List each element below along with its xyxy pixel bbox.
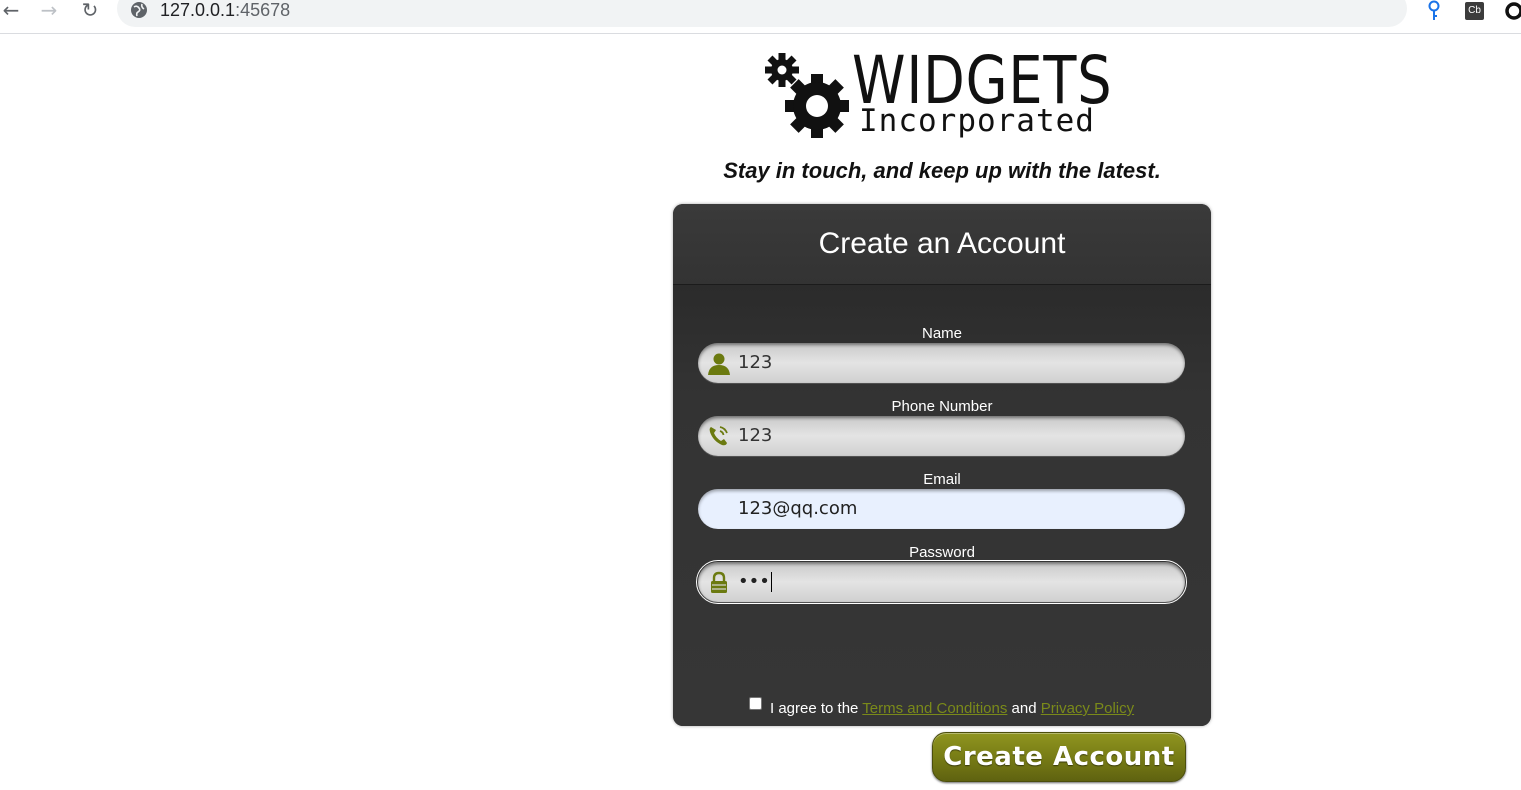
privacy-link[interactable]: Privacy Policy (1041, 700, 1134, 717)
site-info-icon[interactable] (130, 1, 148, 19)
card-title: Create an Account (818, 227, 1066, 260)
back-icon[interactable]: ← (0, 0, 22, 22)
phone-label: Phone Number (891, 398, 993, 415)
phone-input[interactable]: 123 (698, 416, 1185, 456)
gears-icon (765, 53, 849, 138)
lock-icon (711, 571, 727, 593)
email-label: Email (923, 471, 961, 488)
key-icon[interactable] (1424, 0, 1444, 22)
text-caret (770, 572, 772, 592)
create-account-button[interactable]: Create Account (932, 732, 1186, 782)
password-dots: ••• (738, 571, 770, 592)
address-bar[interactable]: 127.0.0.1:45678 (117, 0, 1407, 27)
password-input[interactable]: ••• (696, 560, 1187, 604)
name-label: Name (921, 325, 962, 342)
phone-icon (709, 426, 728, 446)
email-input[interactable]: 123@qq.com (698, 489, 1185, 529)
tagline: Stay in touch, and keep up with the late… (723, 158, 1161, 183)
forward-icon[interactable]: → (38, 0, 60, 22)
card-header: Create an Account (673, 204, 1211, 285)
agree-and: and (1007, 700, 1041, 717)
password-label: Password (909, 544, 975, 561)
password-value: ••• (738, 571, 772, 593)
url-host: 127.0.0.1 (160, 0, 236, 20)
card-body: Name 123 Phone Number 123 Email 123@qq.c… (673, 285, 1211, 782)
name-value: 123 (738, 352, 773, 373)
phone-value: 123 (738, 425, 773, 446)
name-input[interactable]: 123 (698, 343, 1185, 383)
create-account-card: Create an Account Name 123 Phone Number … (673, 204, 1211, 782)
agree-checkbox[interactable] (749, 697, 762, 710)
agree-row: I agree to the Terms and Conditions and … (749, 696, 1169, 717)
email-value: 123@qq.com (738, 498, 858, 519)
browser-toolbar: ← → ↻ 127.0.0.1:45678 Cb (0, 0, 1521, 34)
widgets-logo: WIDGETS Incorporated (762, 48, 1122, 140)
agree-prefix: I agree to the (770, 700, 863, 717)
url-port: :45678 (235, 0, 291, 20)
reload-icon[interactable]: ↻ (79, 0, 101, 22)
extension-cb-icon[interactable]: Cb (1465, 2, 1484, 20)
agree-text: I agree to the Terms and Conditions and … (770, 700, 1134, 717)
logo-sub: Incorporated (859, 103, 1095, 139)
url-text: 127.0.0.1:45678 (160, 0, 290, 20)
terms-link[interactable]: Terms and Conditions (862, 700, 1007, 717)
profile-circle-icon[interactable] (1503, 0, 1521, 22)
person-icon (708, 353, 730, 375)
